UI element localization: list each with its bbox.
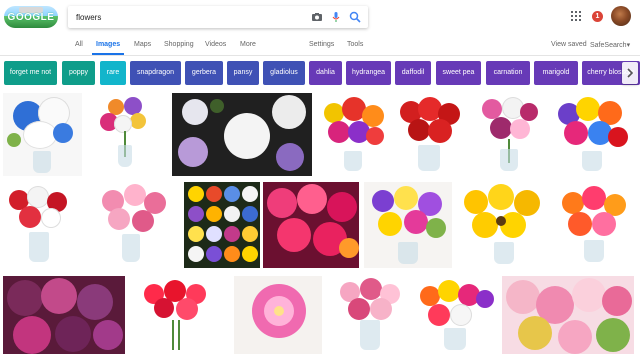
image-result-white-rose-closeup[interactable] xyxy=(172,93,312,176)
image-result-mixed-lily-bouquet[interactable] xyxy=(86,93,168,176)
search-icon[interactable] xyxy=(348,10,362,24)
chip[interactable]: pansy xyxy=(227,61,259,85)
image-result-red-gerbera-bunch[interactable] xyxy=(134,276,228,354)
chip[interactable]: gerbera xyxy=(185,61,223,85)
tab-maps[interactable]: Maps xyxy=(134,41,151,48)
chip[interactable]: snapdragon xyxy=(130,61,181,85)
chip[interactable]: gladiolus xyxy=(263,61,305,85)
search-input[interactable] xyxy=(76,11,296,24)
image-result-pink-lily-vase[interactable] xyxy=(86,182,176,268)
active-tab-indicator xyxy=(92,53,124,55)
chip[interactable]: hydrangea xyxy=(346,61,391,85)
chip[interactable]: daffodil xyxy=(395,61,431,85)
apps-grid-icon[interactable] xyxy=(571,11,581,21)
image-result-colorful-bouquet-vase[interactable] xyxy=(414,276,498,354)
view-saved-link[interactable]: View saved xyxy=(551,41,587,48)
avatar[interactable] xyxy=(611,6,631,26)
chevron-down-icon: ▾ xyxy=(626,42,631,49)
image-result-white-blue-bouquet[interactable] xyxy=(3,93,82,176)
camera-search-icon[interactable] xyxy=(310,10,324,24)
image-result-red-roses-bouquet[interactable] xyxy=(394,93,466,176)
image-result-orange-gerbera-bouquet[interactable] xyxy=(554,182,634,268)
chip[interactable]: poppy xyxy=(62,61,95,85)
image-result-pink-rose-closeup[interactable] xyxy=(502,276,634,354)
related-search-chips: forget me not poppy rare snapdragon gerb… xyxy=(0,61,640,86)
chip[interactable]: rare xyxy=(100,61,126,85)
safesearch-dropdown[interactable]: SafeSearch▾ xyxy=(590,41,630,49)
image-result-pink-lily-bouquet[interactable] xyxy=(472,93,546,176)
image-result-flower-grid[interactable] xyxy=(184,182,260,268)
settings-link[interactable]: Settings xyxy=(309,41,334,48)
image-result-purple-yellow-bouquet[interactable] xyxy=(364,182,452,268)
tab-videos[interactable]: Videos xyxy=(205,41,226,48)
tab-all[interactable]: All xyxy=(75,41,83,48)
image-result-red-lily-vase[interactable] xyxy=(3,182,76,268)
image-result-pink-zinnia-closeup[interactable] xyxy=(263,182,359,268)
chip[interactable]: marigold xyxy=(534,61,578,85)
tab-more[interactable]: More xyxy=(240,41,256,48)
image-result-pink-dahlia[interactable] xyxy=(234,276,322,354)
microphone-icon[interactable] xyxy=(329,10,343,24)
chevron-right-icon xyxy=(627,68,634,78)
chip[interactable]: dahlia xyxy=(309,61,342,85)
safesearch-label: SafeSearch xyxy=(590,42,627,49)
google-doodle-logo[interactable]: GOOGLE xyxy=(4,6,58,28)
notification-badge[interactable]: 1 xyxy=(592,11,603,22)
chip[interactable]: carnation xyxy=(486,61,530,85)
chip[interactable]: forget me not xyxy=(4,61,57,85)
chips-next-button[interactable] xyxy=(622,62,638,84)
tab-shopping[interactable]: Shopping xyxy=(164,41,194,48)
image-result-pink-rose-vase[interactable] xyxy=(328,276,410,354)
image-result-sunflower-bouquet[interactable] xyxy=(458,182,548,268)
tools-link[interactable]: Tools xyxy=(347,41,363,48)
search-header: GOOGLE 1 All Images Maps Shopping Videos… xyxy=(0,0,640,56)
logo-text: GOOGLE xyxy=(7,12,55,23)
chip[interactable]: sweet pea xyxy=(436,61,481,85)
image-result-purple-rose-fabric[interactable] xyxy=(3,276,125,354)
search-tabs: All Images Maps Shopping Videos More Set… xyxy=(0,38,640,56)
image-result-rainbow-gerbera-bouquet[interactable] xyxy=(550,93,634,176)
tab-images[interactable]: Images xyxy=(96,41,120,48)
image-result-bright-mixed-bouquet[interactable] xyxy=(316,93,390,176)
search-box xyxy=(68,6,368,28)
image-results-grid xyxy=(0,90,640,354)
